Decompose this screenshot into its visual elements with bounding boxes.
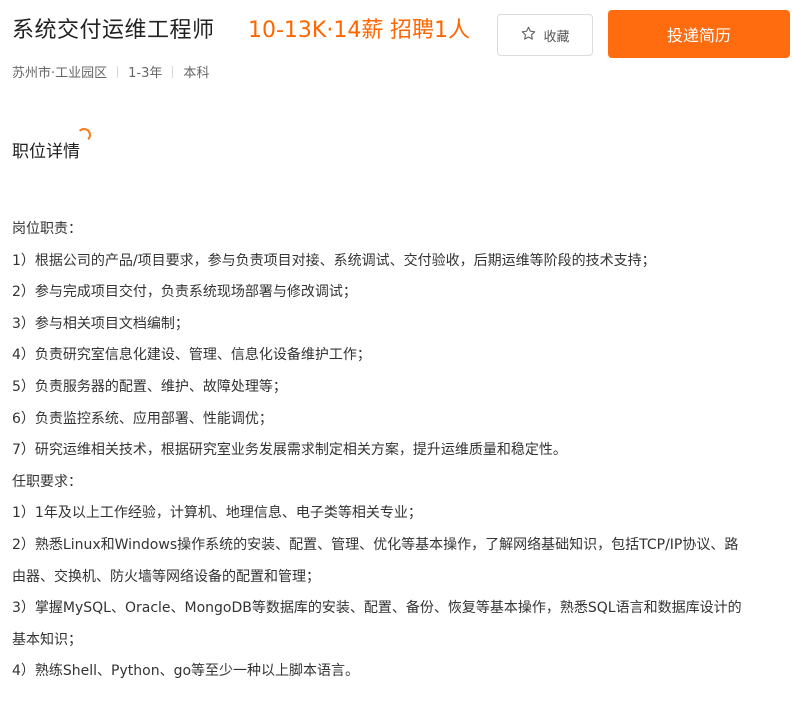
title-decoration xyxy=(77,128,91,142)
job-location: 苏州市·工业园区 xyxy=(12,66,108,81)
job-meta: 苏州市·工业园区 1-3年 本科 xyxy=(12,62,209,81)
description-line: 6）负责监控系统、应用部署、性能调优； xyxy=(12,410,273,427)
description-line: 1）根据公司的产品/项目要求，参与负责项目对接、系统调试、交付验收，后期运维等阶… xyxy=(12,252,656,269)
divider xyxy=(172,65,174,78)
favorite-label: 收藏 xyxy=(543,29,570,45)
apply-resume-button[interactable]: 投递简历 xyxy=(608,10,790,58)
description-line: 岗位职责： xyxy=(12,221,82,237)
job-education: 本科 xyxy=(183,66,210,81)
star-outline-icon xyxy=(520,25,537,46)
description-line: 3）参与相关项目文档编制； xyxy=(12,315,189,332)
favorite-button[interactable]: 收藏 xyxy=(497,14,593,56)
job-description: 岗位职责： 1）根据公司的产品/项目要求，参与负责项目对接、系统调试、交付验收，… xyxy=(12,214,787,688)
description-line: 2）熟悉Linux和Windows操作系统的安装、配置、管理、优化等基本操作，了… xyxy=(12,536,739,553)
divider xyxy=(117,65,119,78)
description-line: 5）负责服务器的配置、维护、故障处理等； xyxy=(12,378,287,395)
section-title: 职位详情 xyxy=(12,142,80,162)
job-header: 系统交付运维工程师 10-13K·14薪 招聘1人 收藏 投递简历 苏州市·工业… xyxy=(0,0,792,96)
salary: 10-13K·14薪 xyxy=(248,18,384,43)
description-line: 任职要求： xyxy=(12,473,82,490)
description-line: 4）负责研究室信息化建设、管理、信息化设备维护工作； xyxy=(12,347,371,364)
hiring-count: 招聘1人 xyxy=(390,18,470,43)
description-line: 3）掌握MySQL、Oracle、MongoDB等数据库的安装、配置、备份、恢复… xyxy=(12,600,742,617)
description-line: 4）熟练Shell、Python、go等至少一种以上脚本语言。 xyxy=(12,663,360,680)
description-line: 2）参与完成项目交付，负责系统现场部署与修改调试； xyxy=(12,284,357,301)
job-experience: 1-3年 xyxy=(128,66,163,81)
job-title: 系统交付运维工程师 xyxy=(12,18,215,43)
description-line: 由器、交换机、防火墙等网络设备的配置和管理； xyxy=(12,568,320,585)
description-line: 1）1年及以上工作经验，计算机、地理信息、电子类等相关专业； xyxy=(12,505,422,522)
description-line: 7）研究运维相关技术，根据研究室业务发展需求制定相关方案，提升运维质量和稳定性。 xyxy=(12,442,567,459)
description-line: 基本知识； xyxy=(12,631,82,648)
